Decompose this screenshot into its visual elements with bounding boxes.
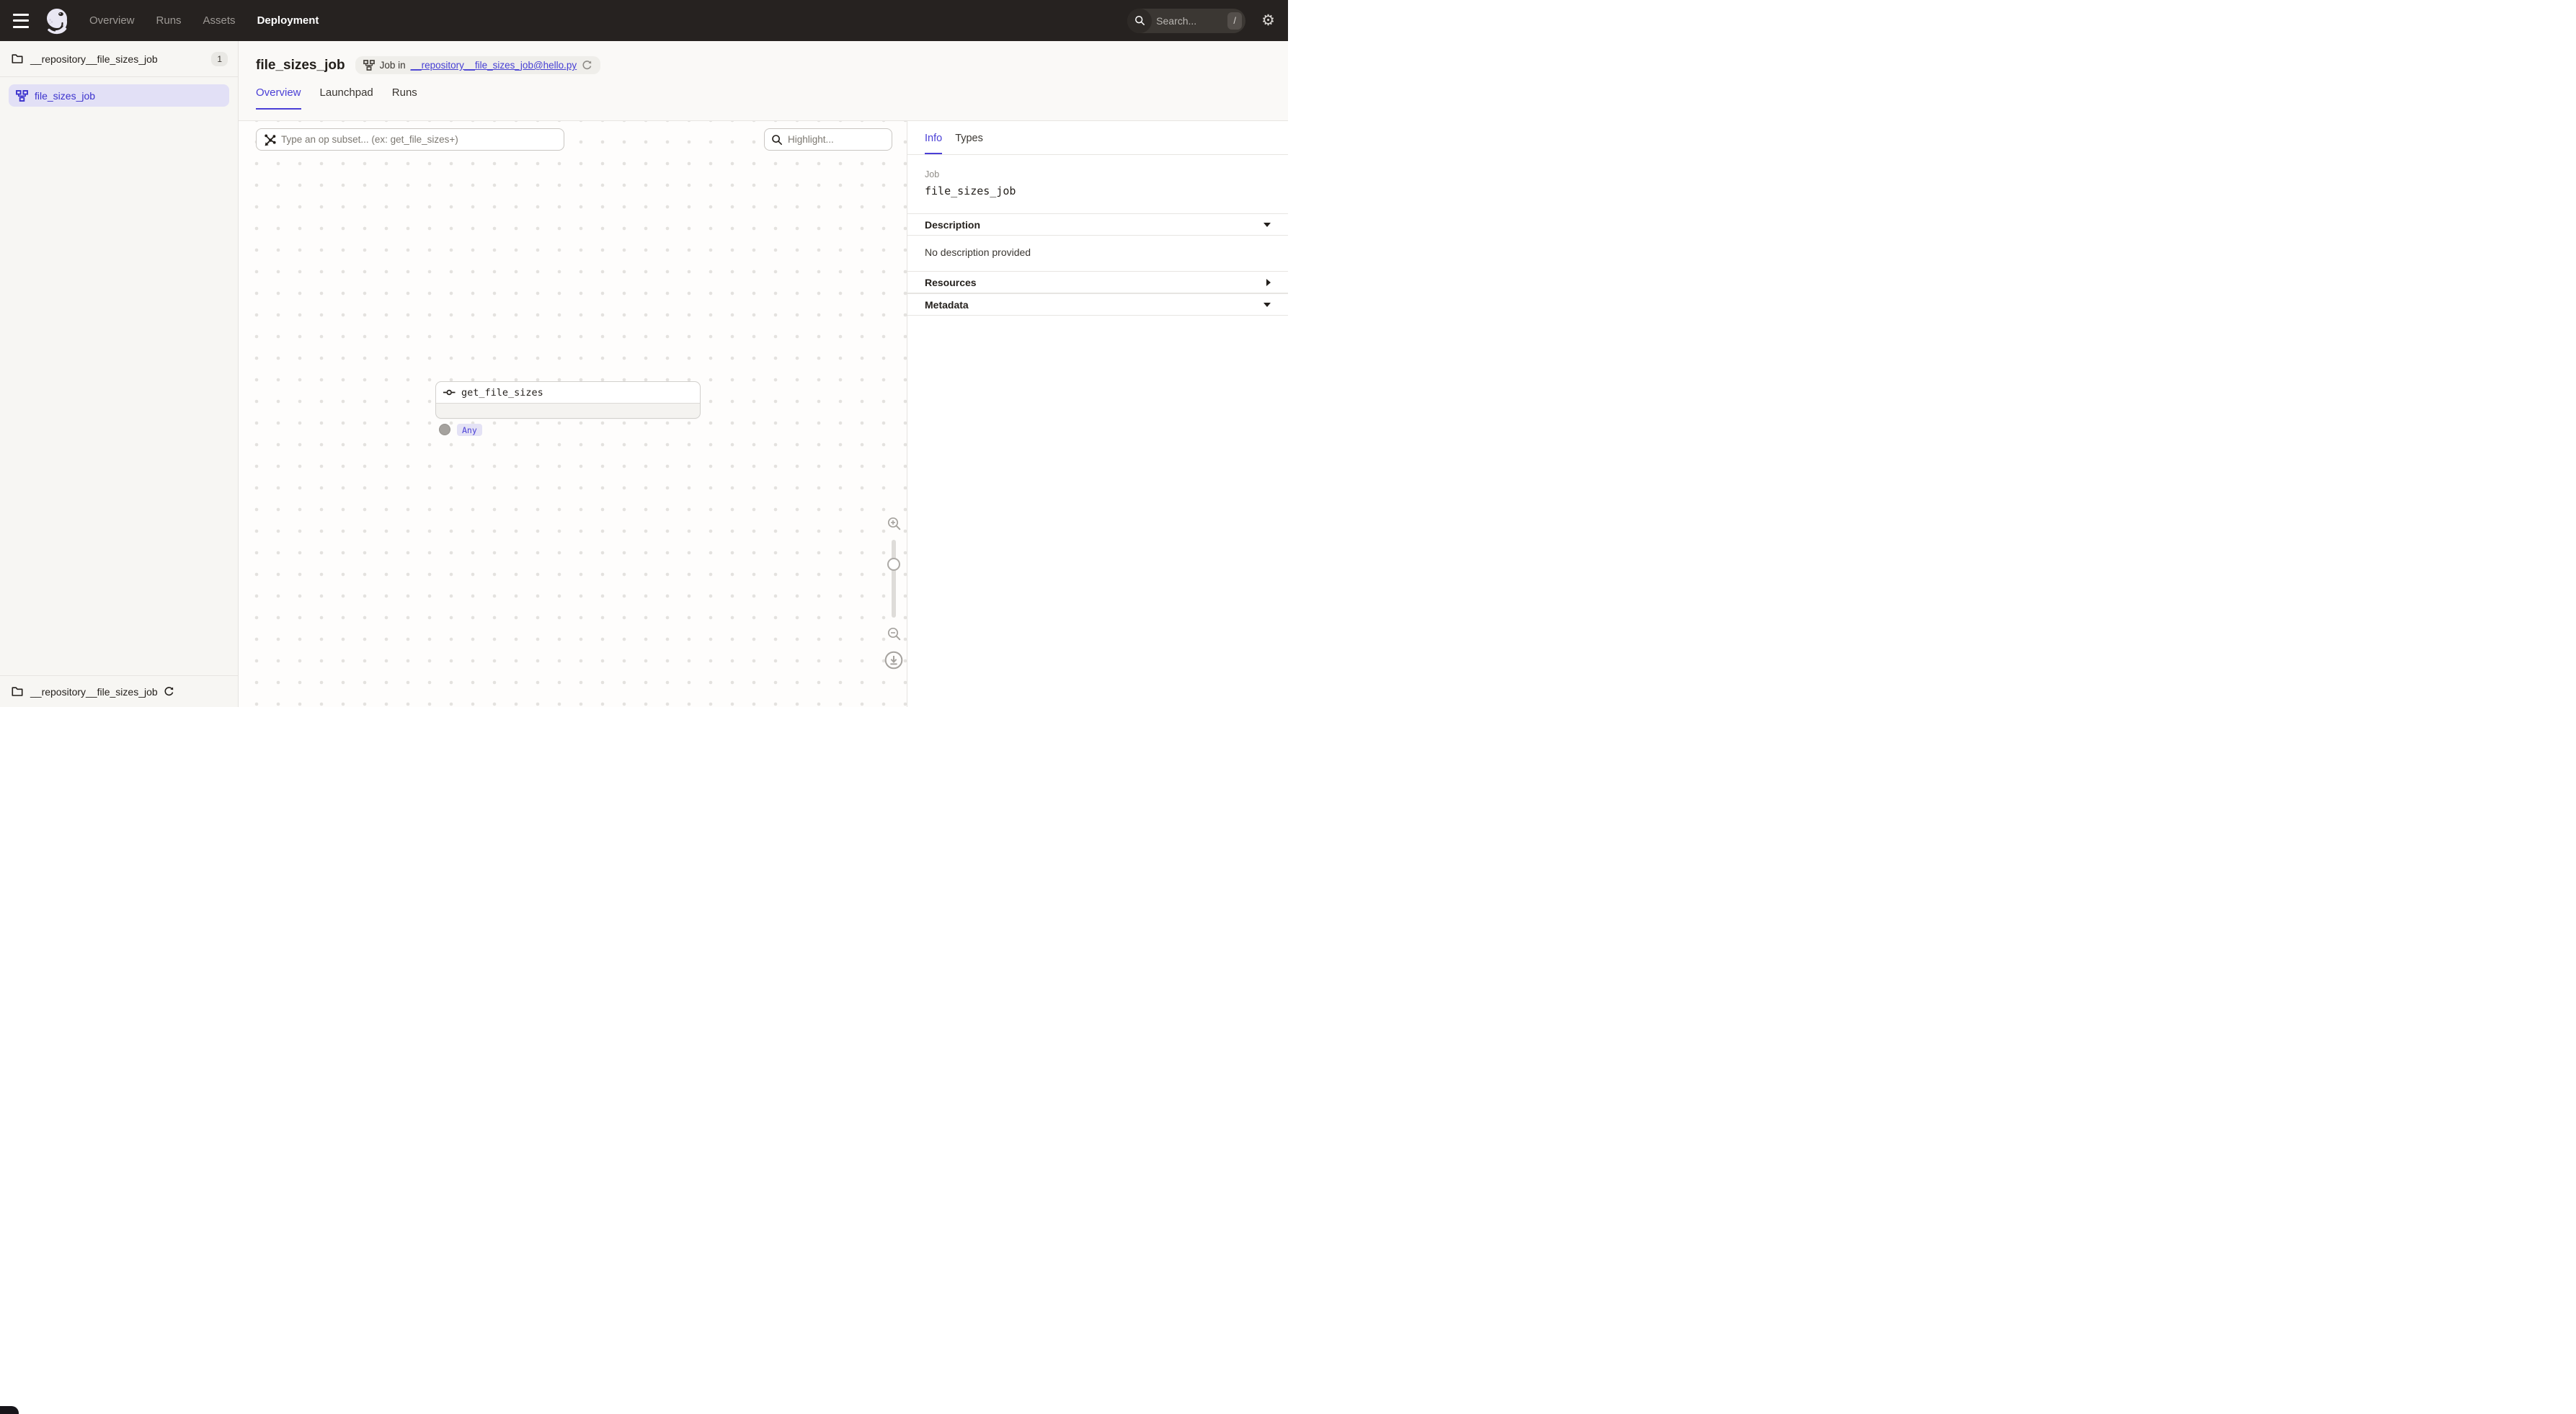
section-description[interactable]: Description: [907, 213, 1288, 236]
section-metadata-title: Metadata: [925, 299, 969, 311]
search-shortcut-key: /: [1227, 12, 1242, 30]
left-sidebar: __repository__file_sizes_job 1 file_size…: [0, 41, 239, 707]
highlight-filter[interactable]: [764, 128, 892, 151]
footer-repo-name: __repository__file_sizes_job: [30, 686, 158, 698]
nav-item-runs[interactable]: Runs: [156, 14, 182, 27]
search-input[interactable]: [1152, 15, 1227, 27]
page-header: file_sizes_job Job in __repository__file…: [239, 41, 1288, 121]
tab-launchpad[interactable]: Launchpad: [320, 86, 373, 110]
menu-icon[interactable]: [13, 14, 32, 28]
nav-item-overview[interactable]: Overview: [89, 14, 135, 27]
breadcrumb-repo-link[interactable]: __repository__file_sizes_job@hello.py: [411, 60, 577, 71]
main-area: file_sizes_job Job in __repository__file…: [239, 41, 1288, 707]
corner-toast: [0, 1406, 19, 1414]
zoom-in-icon[interactable]: [887, 517, 901, 530]
tab-runs[interactable]: Runs: [392, 86, 417, 110]
op-node-body: [436, 404, 700, 418]
sidebar-item-label: file_sizes_job: [35, 90, 95, 102]
section-resources-title: Resources: [925, 277, 977, 288]
nav-links: Overview Runs Assets Deployment: [89, 14, 319, 27]
tab-info[interactable]: Info: [925, 133, 942, 154]
section-metadata[interactable]: Metadata: [907, 293, 1288, 316]
zoom-controls: [883, 517, 905, 670]
gear-icon[interactable]: ⚙: [1261, 13, 1275, 28]
breadcrumb-prefix: Job in: [380, 60, 406, 71]
chevron-down-icon: [1263, 303, 1271, 307]
repo-count-badge: 1: [211, 52, 228, 66]
sidebar-footer-repo[interactable]: __repository__file_sizes_job: [0, 675, 238, 707]
repo-name: __repository__file_sizes_job: [30, 53, 158, 65]
page-title: file_sizes_job: [256, 58, 345, 74]
op-selector-icon: [263, 133, 276, 146]
search-icon: [771, 134, 783, 146]
zoom-slider[interactable]: [892, 540, 896, 618]
folder-icon: [12, 53, 23, 64]
info-panel-tabs: Info Types: [907, 121, 1288, 155]
op-output-port[interactable]: [439, 424, 450, 435]
dagster-logo-icon[interactable]: [40, 4, 74, 37]
job-label: Job: [925, 169, 1271, 179]
chevron-down-icon: [1263, 223, 1271, 227]
op-subset-input[interactable]: [276, 134, 557, 145]
folder-icon: [12, 686, 23, 697]
nav-item-deployment[interactable]: Deployment: [257, 14, 319, 27]
search-icon: [1127, 9, 1152, 33]
zoom-out-icon[interactable]: [887, 627, 901, 641]
page-tabs: Overview Launchpad Runs: [256, 86, 1271, 110]
job-name: file_sizes_job: [925, 184, 1271, 197]
op-node-get-file-sizes[interactable]: get_file_sizes: [435, 381, 701, 419]
fit-view-icon[interactable]: [884, 651, 903, 670]
op-io-icon: [443, 389, 456, 396]
reload-icon[interactable]: [164, 686, 174, 697]
tab-overview[interactable]: Overview: [256, 86, 301, 110]
op-subset-filter[interactable]: [256, 128, 564, 151]
job-icon: [16, 90, 28, 102]
breadcrumb: Job in __repository__file_sizes_job@hell…: [355, 56, 601, 74]
op-node-name: get_file_sizes: [461, 387, 543, 399]
sidebar-item-job[interactable]: file_sizes_job: [9, 84, 229, 107]
description-content: No description provided: [907, 236, 1288, 271]
job-icon: [363, 60, 375, 71]
reload-icon[interactable]: [582, 60, 592, 71]
zoom-slider-handle[interactable]: [887, 558, 900, 571]
nav-item-assets[interactable]: Assets: [203, 14, 236, 27]
repo-header[interactable]: __repository__file_sizes_job 1: [0, 41, 238, 77]
global-search[interactable]: /: [1127, 9, 1245, 33]
tab-types[interactable]: Types: [955, 133, 983, 154]
top-nav: Overview Runs Assets Deployment / ⚙: [0, 0, 1288, 41]
info-panel: Info Types Job file_sizes_job Descriptio…: [907, 121, 1288, 707]
section-description-title: Description: [925, 219, 980, 231]
job-block: Job file_sizes_job: [907, 155, 1288, 213]
chevron-right-icon: [1266, 279, 1271, 286]
highlight-input[interactable]: [783, 134, 885, 145]
output-type-badge[interactable]: Any: [457, 424, 482, 436]
section-resources[interactable]: Resources: [907, 271, 1288, 293]
graph-canvas[interactable]: get_file_sizes Any: [239, 121, 907, 707]
